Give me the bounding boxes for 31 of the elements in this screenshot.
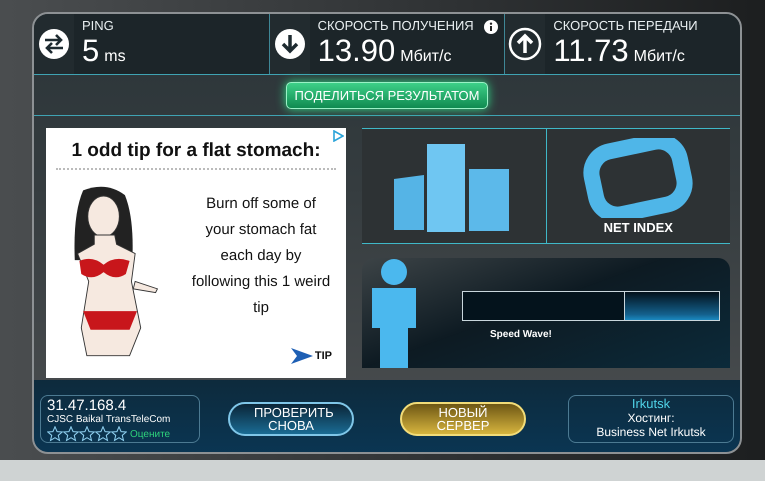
host-label: Хостинг: <box>627 411 675 425</box>
tile-label: NET INDEX <box>604 220 673 234</box>
host-name: Business Net Irkutsk <box>596 425 706 439</box>
speed-wave-caption: Speed Wave! <box>490 329 553 340</box>
star-icon[interactable] <box>47 426 63 442</box>
stat-value: 13.90 <box>318 33 396 69</box>
stat-label: СКОРОСТЬ ПЕРЕДАЧИ <box>553 18 698 33</box>
action-button[interactable]: НОВЫЙ СЕРВЕР <box>400 402 526 436</box>
ping-arrows-icon <box>38 28 70 60</box>
ip-address: 31.47.168.4 <box>47 398 128 414</box>
star-icon[interactable] <box>79 426 95 442</box>
stat-unit: Мбит/с <box>634 48 685 66</box>
stat-unit: Мбит/с <box>400 48 452 66</box>
star-icon[interactable] <box>95 426 111 442</box>
isp-name: CJSC Baikal TransTeleCom <box>47 414 172 426</box>
stat-unit: ms <box>104 48 126 66</box>
rate-link[interactable]: Оцените <box>130 428 170 440</box>
action-button[interactable]: ПРОВЕРИТЬ СНОВА <box>228 402 354 436</box>
stat-label: СКОРОСТЬ ПОЛУЧЕНИЯ <box>318 18 474 33</box>
ad-headline: 1 odd tip for a flat stomach: <box>70 140 322 162</box>
info-icon[interactable] <box>484 20 498 34</box>
star-icon[interactable] <box>111 426 127 442</box>
stat-value: 11.73 <box>553 33 629 69</box>
ad-text: Burn off some of your stomach fat each day by following this 1 weird tip <box>191 194 331 318</box>
star-icon[interactable] <box>63 426 79 442</box>
server-city[interactable]: Irkutsk <box>632 396 670 411</box>
stat-label: PING <box>82 18 114 33</box>
stat-value: 5 <box>82 33 100 69</box>
tile[interactable] <box>362 129 546 243</box>
tile[interactable]: NET INDEX <box>546 129 730 243</box>
ad-choices-icon[interactable] <box>332 130 344 142</box>
